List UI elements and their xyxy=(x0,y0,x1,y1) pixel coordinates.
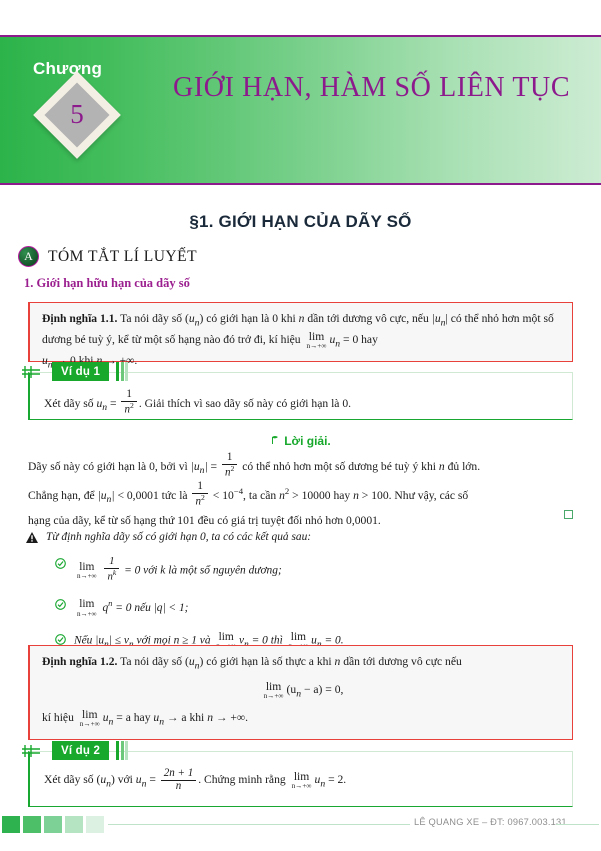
fraction-denominator: n2 xyxy=(121,400,137,417)
footer-decoration-squares xyxy=(2,816,104,833)
example-2-text-before: Xét dãy số ( xyxy=(44,773,101,787)
definition-1-2-text-3: dần tới dương vô cực nếu xyxy=(340,655,462,668)
page-footer: LÊ QUANG XE – ĐT: 0967.003.131 xyxy=(0,814,601,836)
example-1-body: Xét dãy số un = 1 n2 . Giải thích vì sao… xyxy=(44,388,352,417)
example-1-tag: Ví dụ 1 xyxy=(52,362,110,381)
qed-square-icon xyxy=(564,510,573,520)
definition-1-2-text-5: = a hay xyxy=(113,710,154,724)
solution-p2-a: Chẳng hạn, để xyxy=(28,488,98,502)
example-tick-marks-icon xyxy=(22,366,40,378)
solution-p2-b: < 0,0001 tức là xyxy=(114,488,191,502)
fraction-numerator: 1 xyxy=(126,388,132,400)
example-1-text-before: Xét dãy số xyxy=(44,396,97,410)
definition-1-2-text-6: → a khi xyxy=(164,710,208,724)
example-2-tag-bars xyxy=(116,741,128,760)
definition-1-1-text-1: Ta nói dãy số ( xyxy=(117,312,189,325)
check-circle-icon xyxy=(55,633,66,645)
solution-p3: hạng của dãy, kể từ số hạng thứ 101 đều … xyxy=(28,514,381,528)
definition-1-2-text-2: ) có giới hạn là số thực a khi xyxy=(199,655,335,668)
warning-triangle-icon xyxy=(26,532,38,543)
definition-1-2-heading: Định nghĩa 1.2. xyxy=(42,655,118,668)
definition-1-2-text-1: Ta nói dãy số ( xyxy=(117,655,189,668)
example-2-limit: lim n→+∞ xyxy=(291,770,312,791)
bullet-1-text: = 0 với k là một số nguyên dương; xyxy=(121,564,282,577)
definition-1-2-box: Định nghĩa 1.2. Ta nói dãy số (un) có gi… xyxy=(28,645,573,740)
solution-fraction-2: 1 n2 xyxy=(192,480,208,508)
solution-p1-c: đủ lớn. xyxy=(444,459,481,473)
note-text: Từ định nghĩa dãy số có giới hạn 0, ta c… xyxy=(46,531,312,543)
section-title: §1. GIỚI HẠN CỦA DÃY SỐ xyxy=(189,212,412,231)
example-2-fraction: 2n + 1 n xyxy=(160,767,197,793)
chapter-number: 5 xyxy=(70,99,84,129)
example-2-body: Xét dãy số (un) với un = 2n + 1 n . Chứn… xyxy=(44,767,347,793)
limit-subscript: n→+∞ xyxy=(306,341,327,350)
solution-p2-d: , ta cần xyxy=(243,488,280,502)
definition-1-1-abs-u: |u xyxy=(431,312,441,325)
note-row: Từ định nghĩa dãy số có giới hạn 0, ta c… xyxy=(26,531,311,543)
definition-1-2-formula: lim n→+∞ (un − a) = 0, xyxy=(263,680,344,700)
definition-1-2-limit: lim n→+∞ xyxy=(79,708,100,728)
example-2-tag: Ví dụ 2 xyxy=(52,741,110,760)
chapter-banner: Chương 5 GIỚI HẠN, HÀM SỐ LIÊN TỤC xyxy=(0,35,601,185)
bullet-2-limit: lim n→+∞ xyxy=(77,598,97,618)
example-1-text-after: . Giải thích vì sao dãy số này có giới h… xyxy=(138,396,352,410)
solution-p1-a: Dãy số này có giới hạn là 0, bởi vì xyxy=(28,459,191,473)
definition-1-1-text-3: dần tới dương vô cực, nếu xyxy=(304,312,432,325)
solution-p2-f: > 100. Như vậy, các số xyxy=(358,488,469,502)
definition-1-1-text-2: ) có giới hạn là 0 khi xyxy=(199,312,299,325)
footer-rule-right xyxy=(556,824,599,825)
solution-heading: Lời giải. xyxy=(0,434,601,448)
example-1-box: Ví dụ 1 Xét dãy số un = 1 n2 . Giải thíc… xyxy=(22,362,573,420)
solution-exponent: −4 xyxy=(233,486,244,496)
check-circle-icon xyxy=(55,599,66,610)
example-1-fraction: 1 n2 xyxy=(121,388,137,417)
letter-a-badge: A xyxy=(18,246,39,267)
example-1-tag-bars xyxy=(116,362,128,381)
bullet-item: lim n→+∞ qn = 0 nếu |q| < 1; xyxy=(55,597,575,618)
bullet-item: lim n→+∞ 1 nk = 0 với k là một số nguyên … xyxy=(55,555,575,583)
definition-1-2-text-4: kí hiệu xyxy=(42,710,77,724)
example-2-text-end: = 2. xyxy=(325,773,347,787)
chapter-title: GIỚI HẠN, HÀM SỐ LIÊN TỤC xyxy=(173,72,571,103)
flag-icon xyxy=(272,436,279,444)
example-tick-marks-icon xyxy=(22,745,40,757)
formula-limit: lim n→+∞ xyxy=(263,680,284,700)
definition-1-1-limit: lim n→+∞ xyxy=(307,331,327,350)
bullet-1-limit: lim n→+∞ xyxy=(77,561,97,581)
formula-body-2: − a) = 0, xyxy=(301,682,344,696)
chapter-label: Chương xyxy=(33,59,103,78)
bullet-1-fraction: 1 nk xyxy=(104,555,120,583)
check-circle-icon xyxy=(55,558,66,569)
solution-p1-b: có thể nhỏ hơn một số dương bé tuỳ ý khi xyxy=(239,459,439,473)
summary-label: TÓM TẮT LÍ LUYẾT xyxy=(48,247,198,265)
footer-text: LÊ QUANG XE – ĐT: 0967.003.131 xyxy=(414,817,567,827)
definition-1-2-text-7: → +∞. xyxy=(212,710,249,724)
example-2-text-mid: ) với xyxy=(110,773,136,787)
formula-body-1: (u xyxy=(286,682,297,696)
definition-1-1-text-5: = 0 hay xyxy=(340,332,378,346)
solution-body: Dãy số này có giới hạn là 0, bởi vì |un|… xyxy=(28,451,573,533)
bullet-2-text: = 0 nếu |q| < 1; xyxy=(112,601,189,614)
example-1-sub-n: n xyxy=(102,402,108,414)
footer-rule-left xyxy=(108,824,410,825)
solution-p2-c: < 10 xyxy=(209,488,234,502)
solution-fraction-1: 1 n2 xyxy=(221,451,238,479)
solution-p2-e: > 10000 hay xyxy=(289,488,354,502)
example-2-text-after: . Chứng minh rằng xyxy=(198,773,289,787)
example-2-box: Ví dụ 2 Xét dãy số (un) với un = 2n + 1 … xyxy=(22,741,573,807)
subsection-title: 1. Giới hạn hữu hạn của dãy số xyxy=(24,276,190,290)
summary-heading: A TÓM TẮT LÍ LUYẾT xyxy=(18,246,197,267)
definition-1-1-box: Định nghĩa 1.1. Ta nói dãy số (un) có gi… xyxy=(28,302,573,370)
solution-heading-text: Lời giải. xyxy=(284,434,331,448)
definition-1-1-heading: Định nghĩa 1.1. xyxy=(42,312,118,325)
